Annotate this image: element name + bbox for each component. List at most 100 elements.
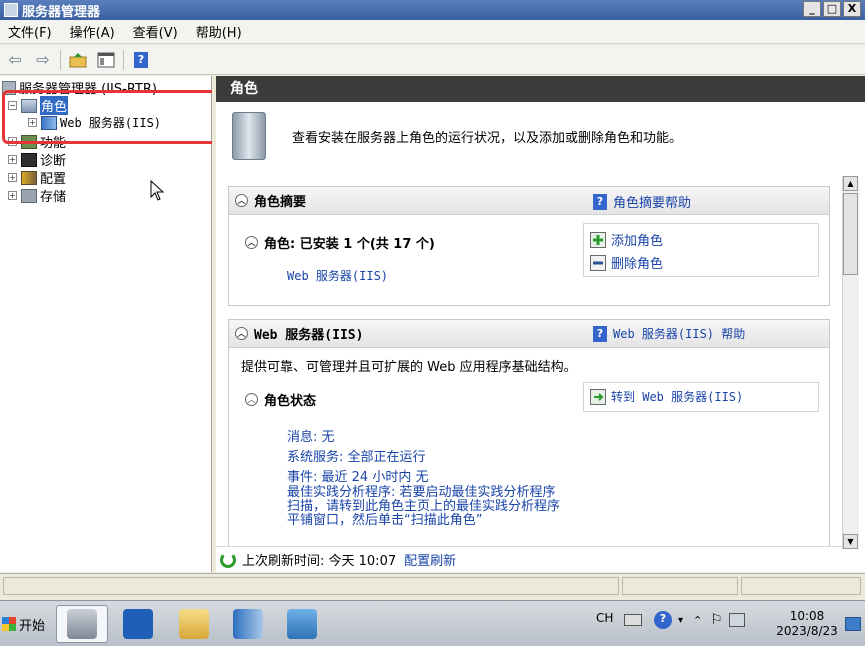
status-cell (622, 577, 738, 595)
web-server-header[interactable]: ︿ Web 服务器(IIS) ? Web 服务器(IIS) 帮助 (229, 320, 829, 348)
bpa-line: 最佳实践分析程序: 若要启动最佳实践分析程序 (287, 485, 556, 500)
help-icon[interactable]: ? (130, 49, 152, 71)
add-roles-link[interactable]: 添加角色 (590, 230, 663, 249)
status-cell (3, 577, 619, 595)
goto-web-server-label: 转到 Web 服务器(IIS) (611, 390, 744, 404)
title-bar[interactable]: 服务器管理器 _ □ X (0, 0, 865, 20)
close-button[interactable]: X (843, 1, 861, 17)
role-status-title: 角色状态 (264, 394, 317, 409)
tree-node-diagnostics[interactable]: + 诊断 (8, 150, 66, 169)
refresh-bar: 上次刷新时间: 今天 10:07 配置刷新 (216, 546, 842, 572)
page-title: 角色 (216, 76, 865, 102)
last-refresh-label: 上次刷新时间: 今天 10:07 (242, 554, 397, 569)
roles-summary-panel: ︿ 角色摘要 ? 角色摘要帮助 ︿ 角色: 已安装 1 个(共 17 个) We… (228, 186, 830, 306)
window-controls: _ □ X (803, 1, 861, 17)
network-icon[interactable] (728, 613, 745, 627)
scroll-up-arrow-icon[interactable]: ▲ (843, 176, 858, 191)
tree-node-configuration[interactable]: + 配置 (8, 168, 66, 187)
configuration-icon (21, 170, 37, 185)
status-messages[interactable]: 消息: 无 (287, 426, 335, 445)
roles-summary-help-link[interactable]: ? 角色摘要帮助 (593, 192, 691, 211)
collapse-section-icon[interactable]: ︿ (245, 393, 258, 406)
taskbar-server-manager[interactable] (56, 605, 108, 643)
tree-node-label: 存储 (40, 190, 67, 205)
expand-toggle[interactable]: + (8, 173, 17, 182)
taskbar: 开始 CH ? ▾ ⌃ ⚐ 10:08 2023/8/23 (0, 600, 865, 646)
toolbar-separator (60, 49, 61, 70)
server-manager-icon (67, 609, 97, 639)
system-tray: ? ▾ ⌃ ⚐ (624, 611, 745, 629)
console-tree: 服务器管理器 (IIS-RTR) − 角色 + Web 服务器(IIS) + 功… (0, 76, 212, 572)
collapse-section-icon[interactable]: ︿ (235, 327, 248, 340)
scroll-down-arrow-icon[interactable]: ▼ (843, 534, 858, 549)
window-title: 服务器管理器 (22, 4, 101, 20)
status-bar (0, 573, 865, 597)
taskbar-explorer[interactable] (168, 605, 220, 643)
bpa-line: 扫描，请转到此角色主页上的最佳实践分析程序 (287, 499, 561, 514)
menu-help[interactable]: 帮助(H) (196, 22, 242, 41)
expand-toggle[interactable]: + (8, 191, 17, 200)
status-system-services[interactable]: 系统服务: 全部正在运行 (287, 446, 426, 465)
roles-summary-header[interactable]: ︿ 角色摘要 ? 角色摘要帮助 (229, 187, 829, 215)
system-clock[interactable]: 10:08 2023/8/23 (772, 609, 842, 639)
keyboard-icon[interactable] (624, 614, 642, 626)
collapse-section-icon[interactable]: ︿ (235, 194, 248, 207)
forward-arrow-icon[interactable]: ⇨ (32, 49, 54, 71)
web-server-actions-box: 转到 Web 服务器(IIS) (583, 382, 819, 412)
help-link-label: Web 服务器(IIS) 帮助 (613, 327, 746, 341)
start-label: 开始 (19, 618, 46, 634)
tray-options-icon[interactable]: ▾ (678, 615, 683, 626)
taskbar-iis-manager[interactable] (222, 605, 274, 643)
tree-node-storage[interactable]: + 存储 (8, 186, 66, 205)
back-arrow-icon[interactable]: ⇦ (4, 49, 26, 71)
menu-action[interactable]: 操作(A) (70, 22, 115, 41)
menu-file[interactable]: 文件(F) (8, 22, 52, 41)
help-icon: ? (593, 193, 607, 210)
roles-count-label: 角色: 已安装 1 个(共 17 个) (264, 237, 435, 252)
up-folder-icon[interactable] (67, 49, 89, 71)
maximize-button[interactable]: □ (823, 1, 841, 17)
start-button[interactable]: 开始 (0, 609, 48, 639)
remove-roles-label: 删除角色 (611, 257, 664, 272)
show-hide-console-tree-icon[interactable] (95, 49, 117, 71)
status-events[interactable]: 事件: 最近 24 小时内 无 (287, 466, 428, 485)
remove-roles-link[interactable]: 删除角色 (590, 253, 663, 272)
vertical-scrollbar[interactable]: ▲ ▼ (842, 176, 859, 549)
status-cell (741, 577, 861, 595)
powershell-icon (123, 609, 153, 639)
configure-refresh-link[interactable]: 配置刷新 (404, 550, 456, 569)
language-label: CH (596, 611, 614, 625)
language-indicator[interactable]: CH (596, 611, 613, 625)
menu-view[interactable]: 查看(V) (133, 22, 178, 41)
help-icon: ? (593, 325, 607, 342)
taskbar-powershell[interactable] (112, 605, 164, 643)
collapse-section-icon[interactable]: ︿ (245, 236, 258, 249)
web-server-help-link[interactable]: ? Web 服务器(IIS) 帮助 (593, 325, 745, 342)
add-roles-label: 添加角色 (611, 234, 664, 249)
minimize-button[interactable]: _ (803, 1, 821, 17)
remove-roles-icon (590, 254, 606, 271)
taskbar-control-panel[interactable] (276, 605, 328, 643)
server-roles-icon (232, 112, 266, 160)
server-manager-window: 服务器管理器 _ □ X 文件(F) 操作(A) 查看(V) 帮助(H) ⇦ ⇨… (0, 0, 865, 600)
intro-text: 查看安装在服务器上角色的运行状况，以及添加或删除角色和功能。 (292, 130, 683, 146)
web-server-title: Web 服务器(IIS) (254, 328, 364, 343)
help-link-label: 角色摘要帮助 (613, 196, 692, 211)
diagnostics-icon (21, 152, 37, 167)
help-icon[interactable]: ? (654, 611, 672, 629)
iis-manager-icon (233, 609, 263, 639)
goto-web-server-link[interactable]: 转到 Web 服务器(IIS) (590, 388, 743, 405)
action-center-flag-icon[interactable]: ⚐ (710, 612, 723, 628)
windows-logo-icon (2, 617, 16, 631)
scroll-thumb[interactable] (843, 193, 858, 275)
installed-role-link[interactable]: Web 服务器(IIS) (287, 267, 388, 284)
status-bpa[interactable]: 最佳实践分析程序: 若要启动最佳实践分析程序 扫描，请转到此角色主页上的最佳实践… (287, 486, 560, 528)
show-desktop-icon[interactable] (845, 617, 861, 631)
web-server-description: 提供可靠、可管理并且可扩展的 Web 应用程序基础结构。 (241, 360, 577, 375)
bpa-line: 平铺窗口，然后单击“扫描此角色” (287, 513, 483, 528)
intro-row: 查看安装在服务器上角色的运行状况，以及添加或删除角色和功能。 (232, 112, 682, 160)
roles-count-row: ︿ 角色: 已安装 1 个(共 17 个) (245, 233, 435, 252)
show-hidden-icons-icon[interactable]: ⌃ (693, 614, 702, 627)
menu-bar: 文件(F) 操作(A) 查看(V) 帮助(H) (0, 20, 865, 44)
expand-toggle[interactable]: + (8, 155, 17, 164)
